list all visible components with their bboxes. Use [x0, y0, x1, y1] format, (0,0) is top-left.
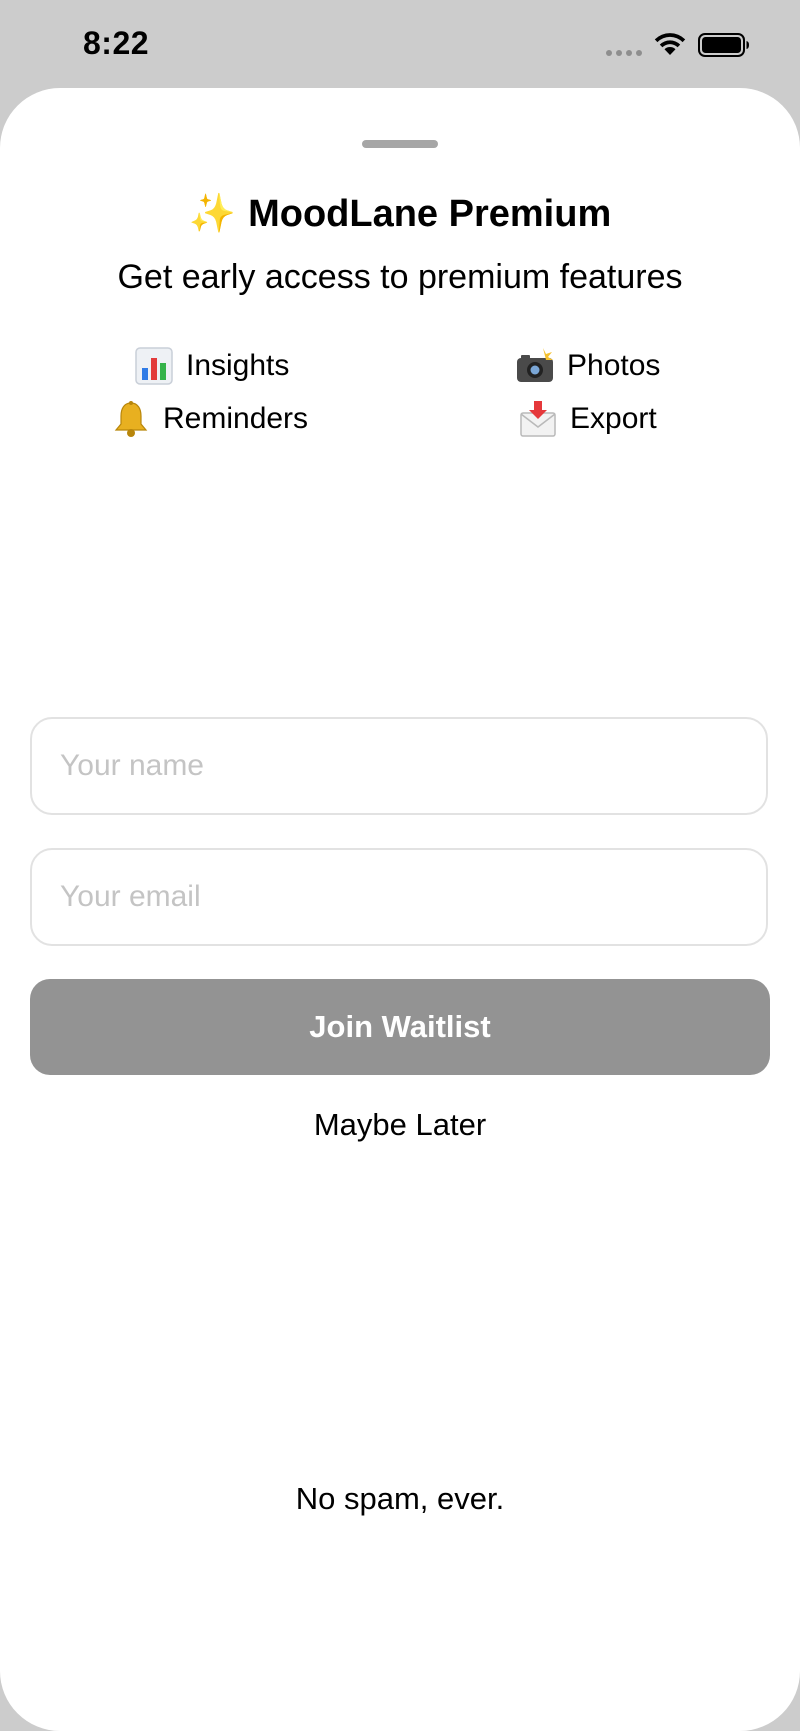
sheet-subtitle: Get early access to premium features [117, 258, 683, 296]
feature-reminders: Reminders [111, 397, 308, 441]
feature-photos: Photos [515, 344, 660, 388]
wifi-icon [654, 33, 686, 55]
feature-export: Export [518, 397, 657, 441]
envelope-arrow-icon [520, 401, 556, 437]
bar-chart-icon [135, 347, 173, 385]
status-time: 8:22 [83, 25, 150, 61]
feature-label: Reminders [163, 402, 309, 435]
name-input[interactable] [30, 717, 768, 815]
sparkles-icon: ✨ [188, 193, 237, 235]
sheet-title: ✨ MoodLane Premium [0, 192, 800, 236]
feature-label: Photos [567, 349, 661, 382]
sheet-grabber-handle[interactable] [362, 140, 438, 148]
feature-label: Export [570, 402, 657, 435]
camera-flash-icon [517, 348, 553, 382]
no-spam-note: No spam, ever. [295, 1481, 505, 1516]
email-input[interactable] [30, 848, 768, 946]
bell-icon [114, 401, 148, 437]
maybe-later-button[interactable]: Maybe Later [0, 1107, 800, 1143]
join-waitlist-button[interactable]: Join Waitlist [30, 979, 770, 1075]
status-bar: 8:22 [0, 0, 800, 88]
cellular-dots-icon [606, 50, 644, 56]
sheet-title-text: MoodLane Premium [248, 193, 612, 235]
feature-insights: Insights [134, 344, 289, 388]
feature-label: Insights [186, 349, 290, 382]
battery-full-icon [698, 33, 749, 57]
